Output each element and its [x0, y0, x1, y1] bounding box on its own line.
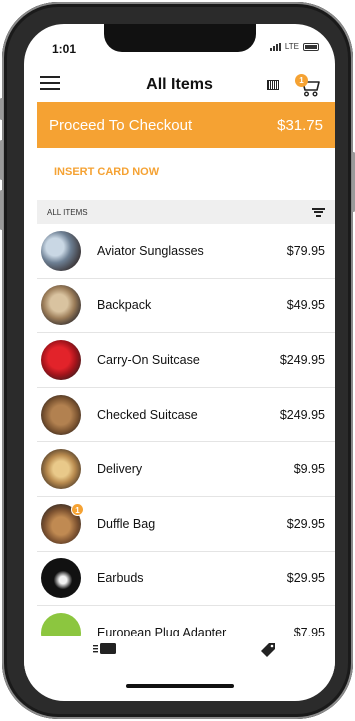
list-item[interactable]: Aviator Sunglasses $79.95	[37, 224, 335, 279]
section-label: ALL ITEMS	[47, 207, 88, 217]
item-thumbnail	[41, 230, 81, 271]
item-price: $29.95	[286, 516, 325, 531]
item-name: Aviator Sunglasses	[97, 243, 204, 258]
network-label: LTE	[284, 42, 299, 51]
cart-button[interactable]: 1	[295, 74, 321, 98]
item-name: Earbuds	[97, 571, 144, 586]
list-item[interactable]: Backpack $49.95	[37, 279, 335, 334]
home-indicator[interactable]	[126, 684, 234, 688]
app-screen: 1:01 LTE All Items 1 Proceed To Checkout…	[24, 24, 335, 701]
item-thumbnail	[41, 285, 81, 326]
item-price: $9.95	[293, 462, 325, 477]
barcode-icon[interactable]	[267, 80, 279, 90]
list-item[interactable]: 1 Duffle Bag $29.95	[37, 497, 335, 552]
item-price: $249.95	[279, 352, 325, 367]
status-bar: 1:01 LTE	[24, 24, 335, 64]
filter-icon[interactable]	[312, 207, 325, 217]
nav-header: All Items 1	[24, 68, 335, 102]
cart-count-badge: 1	[295, 74, 308, 87]
item-price: $79.95	[286, 243, 325, 258]
item-price: $49.95	[286, 298, 325, 313]
list-item[interactable]: Carry-On Suitcase $249.95	[37, 333, 335, 388]
status-indicators: LTE	[269, 42, 319, 51]
item-list: Aviator Sunglasses $79.95 Backpack $49.9…	[37, 224, 335, 661]
signal-icon	[269, 42, 281, 51]
item-name: Backpack	[97, 298, 152, 313]
item-price: $29.95	[286, 571, 325, 586]
tag-icon[interactable]	[260, 642, 276, 658]
item-thumbnail	[41, 394, 81, 435]
list-item[interactable]: Delivery $9.95	[37, 442, 335, 497]
phone-frame: 1:01 LTE All Items 1 Proceed To Checkout…	[0, 2, 355, 719]
list-item[interactable]: Checked Suitcase $249.95	[37, 388, 335, 443]
silent-switch	[0, 98, 3, 120]
item-thumbnail	[41, 558, 81, 599]
item-quantity-badge: 1	[71, 502, 84, 516]
tab-bar	[24, 636, 335, 676]
insert-card-link[interactable]: INSERT CARD NOW	[54, 166, 159, 178]
status-time: 1:01	[52, 42, 77, 56]
proceed-to-checkout-button[interactable]: Proceed To Checkout $31.75	[37, 102, 335, 148]
list-item[interactable]: Earbuds $29.95	[37, 552, 335, 607]
item-name: Duffle Bag	[97, 516, 156, 531]
item-name: Delivery	[97, 462, 143, 477]
item-thumbnail	[41, 449, 81, 490]
battery-icon	[303, 42, 319, 51]
item-price: $249.95	[279, 407, 325, 422]
item-thumbnail	[41, 339, 81, 380]
checkout-total: $31.75	[277, 116, 323, 134]
scan-icon[interactable]	[92, 642, 118, 656]
volume-down-button	[0, 190, 3, 230]
item-name: Carry-On Suitcase	[97, 352, 200, 367]
checkout-label: Proceed To Checkout	[49, 116, 193, 134]
volume-up-button	[0, 140, 3, 180]
section-header: ALL ITEMS	[37, 200, 335, 224]
item-name: Checked Suitcase	[97, 407, 198, 422]
page-title: All Items	[146, 76, 213, 93]
